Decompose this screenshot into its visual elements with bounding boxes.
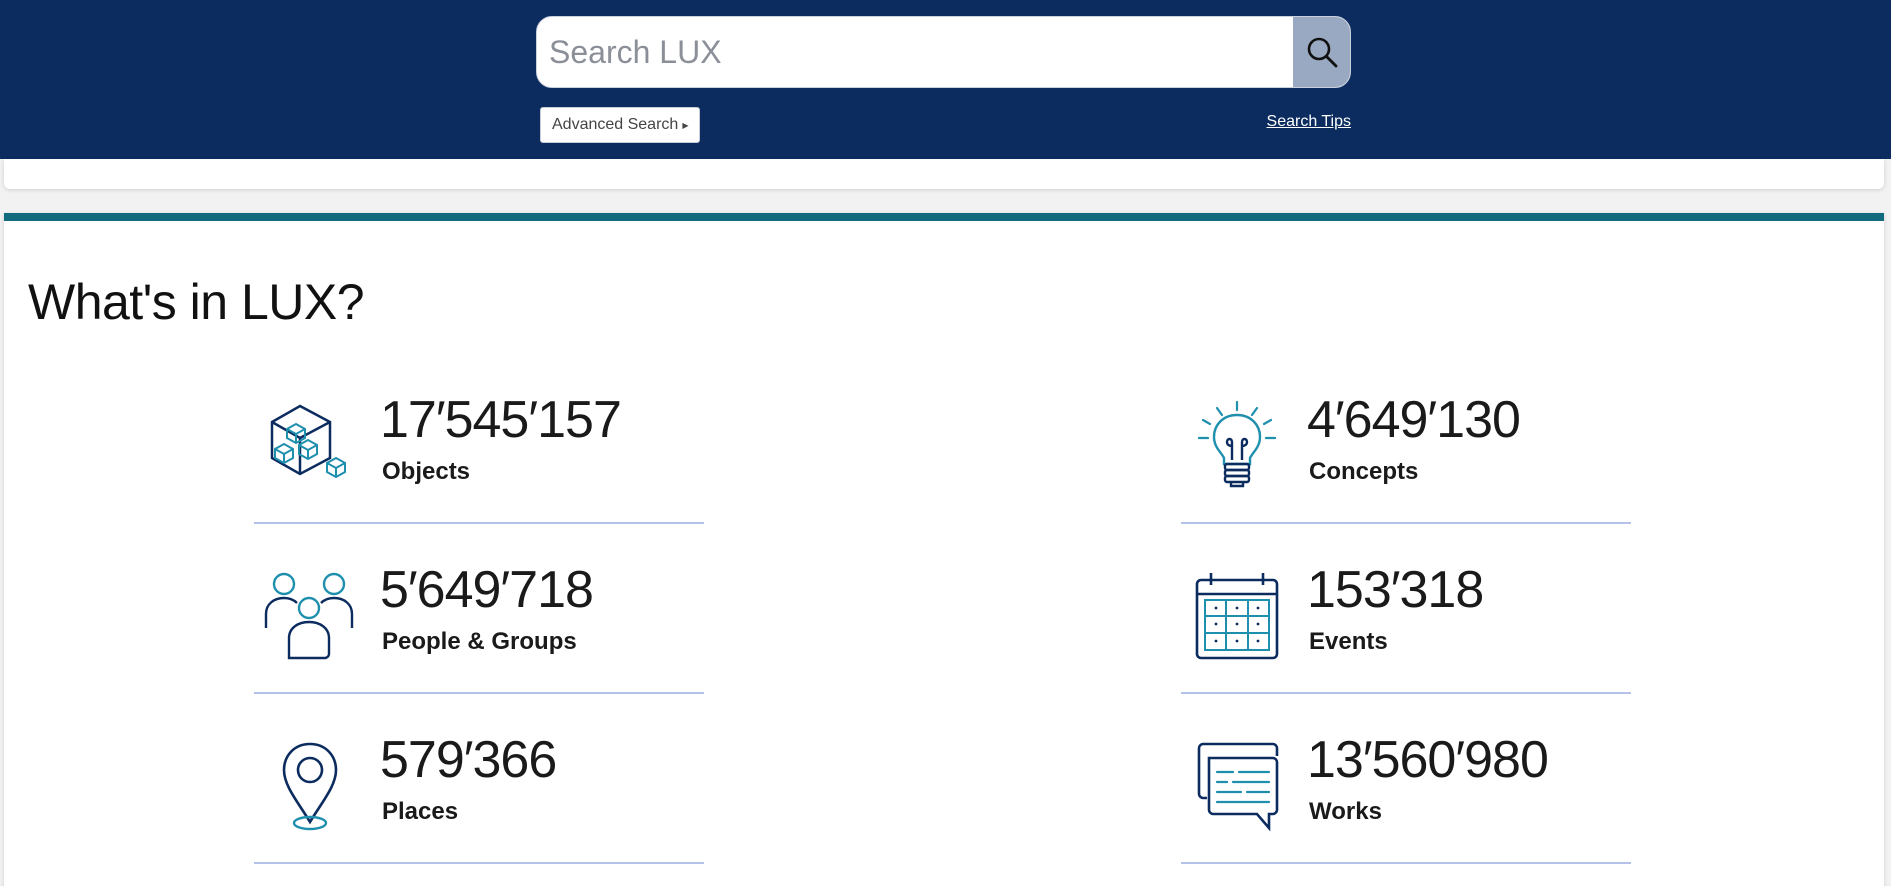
stat-count: 579′366 [380,731,557,789]
people-groups-icon [264,572,354,660]
stat-concepts[interactable]: 4′649′130 Concepts [1181,354,1631,524]
search-icon [1307,37,1337,68]
stat-label: Objects [382,458,471,485]
whats-in-lux-card: What's in LUX? 17′545′157 Objects 4′649′… [4,213,1884,886]
stat-objects[interactable]: 17′545′157 Objects [254,354,704,524]
stat-label: People & Groups [382,628,577,655]
stat-places[interactable]: 579′366 Places [254,694,704,864]
top-card [4,159,1884,189]
works-chat-icon [1197,742,1279,832]
stat-count: 17′545′157 [380,391,622,449]
stat-label: Places [382,798,459,825]
search-input[interactable] [537,17,1296,87]
search-box [536,16,1351,88]
caret-right-icon: ▶ [682,120,689,130]
stat-label: Concepts [1309,458,1419,485]
stat-label: Events [1309,628,1388,655]
stat-count: 153′318 [1307,561,1484,619]
stat-works[interactable]: 13′560′980 Works [1181,694,1631,864]
stat-people-groups[interactable]: 5′649′718 People & Groups [254,524,704,694]
objects-icon [270,404,346,479]
stat-events[interactable]: 153′318 Events [1181,524,1631,694]
events-calendar-icon [1195,573,1279,660]
stat-label: Works [1309,798,1382,825]
header-bar: Advanced Search ▶ Search Tips [0,0,1891,159]
stat-count: 13′560′980 [1307,731,1549,789]
section-title: What's in LUX? [28,274,365,330]
advanced-search-label: Advanced Search [552,116,679,133]
stat-count: 4′649′130 [1307,391,1521,449]
concepts-lightbulb-icon [1197,400,1277,488]
stat-count: 5′649′718 [380,561,594,619]
search-button[interactable] [1293,17,1350,87]
places-pin-icon [282,742,338,831]
advanced-search-button[interactable]: Advanced Search ▶ [540,107,701,143]
search-tips-link[interactable]: Search Tips [1267,113,1351,131]
